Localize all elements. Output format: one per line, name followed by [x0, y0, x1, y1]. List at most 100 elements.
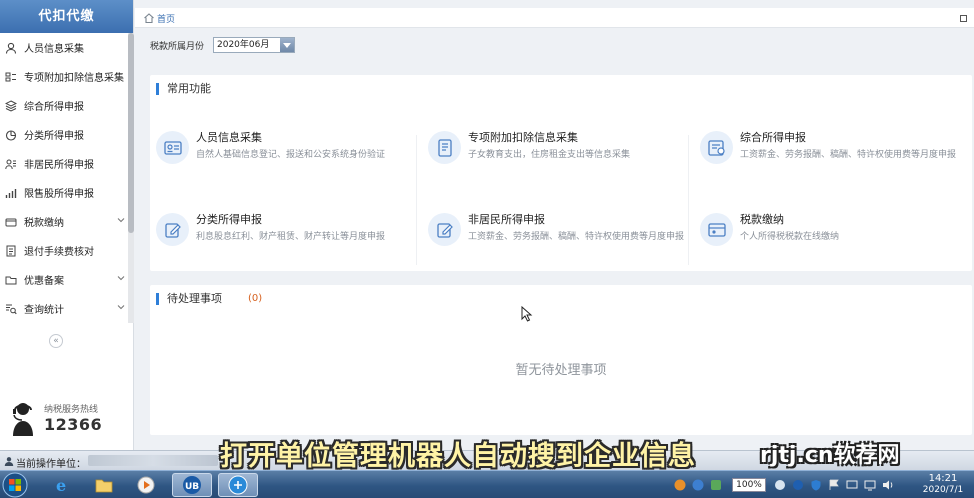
- tax-month-select[interactable]: 2020年06月: [213, 37, 295, 53]
- windows-logo-icon: [2, 472, 28, 498]
- volume-icon[interactable]: [882, 479, 894, 491]
- media-player-icon: [137, 476, 155, 494]
- app-window: 代扣代缴 人员信息采集 专项附加扣除信息采集 综合所得申报 分类所得申报 非居民…: [0, 0, 974, 498]
- taskbar: e UB 100% 14:21 2020/7/1: [0, 470, 974, 498]
- sidebar-item-label: 退付手续费核对: [24, 247, 94, 258]
- home-icon[interactable]: [143, 12, 155, 24]
- sidebar-item-label: 分类所得申报: [24, 131, 84, 142]
- user-icon: [4, 457, 14, 466]
- sidebar-brand: 代扣代缴: [0, 0, 133, 33]
- svg-text:e: e: [56, 476, 66, 494]
- dropdown-arrow-icon[interactable]: [280, 38, 294, 52]
- bar-chart-icon: [4, 186, 18, 200]
- network-app-icon[interactable]: [710, 479, 722, 491]
- deduction-icon: [4, 70, 18, 84]
- sidebar-item-label: 限售股所得申报: [24, 189, 94, 200]
- chevron-down-icon: [117, 305, 125, 310]
- system-tray: 100% 14:21 2020/7/1: [668, 471, 974, 498]
- current-unit-value: [88, 455, 218, 466]
- pie-chart-icon: [4, 128, 18, 142]
- sidebar-scrollbar[interactable]: [128, 33, 134, 323]
- cloud-app-icon[interactable]: [692, 479, 704, 491]
- sidebar-item-special-deduction[interactable]: 专项附加扣除信息采集: [0, 62, 133, 91]
- hotline: 纳税服务热线 12366: [8, 398, 128, 442]
- ie-icon: e: [56, 476, 66, 494]
- person-icon: [4, 41, 18, 55]
- taskbar-ie-button[interactable]: e: [42, 473, 82, 497]
- language-icon[interactable]: [792, 479, 804, 491]
- pending-items-title: 待处理事项: [156, 293, 222, 305]
- sidebar-item-query[interactable]: 查询统计: [0, 294, 133, 323]
- func-name: 分类所得申报: [196, 213, 262, 226]
- sidebar-item-restricted-shares[interactable]: 限售股所得申报: [0, 178, 133, 207]
- start-button[interactable]: [2, 472, 38, 498]
- breadcrumb-bar: 首页: [135, 8, 974, 28]
- tax-month-value: 2020年06月: [217, 40, 270, 50]
- flag-icon[interactable]: [828, 479, 840, 491]
- func-name: 综合所得申报: [740, 131, 806, 144]
- edit-icon: [428, 213, 461, 246]
- layers-icon: [4, 99, 18, 113]
- sidebar-item-label: 非居民所得申报: [24, 160, 94, 171]
- sidebar-item-preferential[interactable]: 优惠备案: [0, 265, 133, 294]
- sidebar-item-refund-fee[interactable]: 退付手续费核对: [0, 236, 133, 265]
- user-group-icon: [4, 157, 18, 171]
- common-functions-title: 常用功能: [156, 83, 211, 95]
- home-tab[interactable]: 首页: [157, 12, 175, 25]
- sidebar-item-label: 综合所得申报: [24, 102, 84, 113]
- sidebar-item-classified[interactable]: 分类所得申报: [0, 120, 133, 149]
- func-tax-payment[interactable]: 税款缴纳 个人所得税税款在线缴纳: [694, 207, 958, 257]
- func-desc: 自然人基础信息登记、报送和公安系统身份验证: [196, 150, 386, 160]
- current-unit-label: 当前操作单位：: [16, 459, 86, 470]
- zoom-level[interactable]: 100%: [732, 478, 766, 492]
- sidebar-item-personnel[interactable]: 人员信息采集: [0, 33, 133, 62]
- network-icon[interactable]: [864, 479, 876, 491]
- hotline-label: 纳税服务热线: [44, 405, 99, 415]
- maximize-icon[interactable]: [960, 15, 967, 22]
- func-special-deduction[interactable]: 专项附加扣除信息采集 子女教育支出，住房租金支出等信息采集: [422, 125, 686, 175]
- taskbar-tax-app-button[interactable]: [218, 473, 258, 497]
- svg-text:UB: UB: [185, 482, 199, 492]
- chevron-down-icon: [117, 218, 125, 223]
- tax-app-icon: [228, 475, 248, 495]
- ub-app-icon: UB: [183, 476, 201, 494]
- edit-icon: [156, 213, 189, 246]
- id-card-icon: [156, 131, 189, 164]
- taskbar-ub-button[interactable]: UB: [172, 473, 212, 497]
- tax-form-icon: [700, 131, 733, 164]
- shield-icon[interactable]: [810, 479, 822, 491]
- sidebar-item-nonresident[interactable]: 非居民所得申报: [0, 149, 133, 178]
- func-personnel-info[interactable]: 人员信息采集 自然人基础信息登记、报送和公安系统身份验证: [150, 125, 414, 175]
- func-comprehensive-income[interactable]: 综合所得申报 工资薪金、劳务报酬、稿酬、特许权使用费等月度申报: [694, 125, 958, 175]
- collapse-sidebar-button[interactable]: «: [49, 334, 63, 348]
- hotline-number: 12366: [44, 415, 103, 434]
- search-list-icon: [4, 302, 18, 316]
- func-desc: 个人所得税税款在线缴纳: [740, 232, 840, 242]
- func-name: 非居民所得申报: [468, 213, 545, 226]
- func-nonresident-income[interactable]: 非居民所得申报 工资薪金、劳务报酬、稿酬、特许权使用费等月度申报: [422, 207, 686, 257]
- site-watermark: rjtj.cn软荐网: [760, 443, 900, 468]
- sidebar-item-label: 税款缴纳: [24, 218, 64, 229]
- func-name: 人员信息采集: [196, 131, 262, 144]
- taskbar-explorer-button[interactable]: [84, 473, 124, 497]
- app-icon[interactable]: [774, 479, 786, 491]
- folder-icon: [4, 273, 18, 287]
- wallet-icon: [4, 215, 18, 229]
- folder-icon: [95, 479, 113, 493]
- phone-support-icon: [13, 403, 33, 436]
- func-classified-income[interactable]: 分类所得申报 利息股息红利、财产租赁、财产转让等月度申报: [150, 207, 414, 257]
- clock-date[interactable]: 2020/7/1: [914, 485, 972, 495]
- sidebar-item-label: 查询统计: [24, 305, 64, 316]
- taskbar-media-button[interactable]: [126, 473, 166, 497]
- pending-count: (0): [248, 293, 263, 304]
- sidebar-item-comprehensive[interactable]: 综合所得申报: [0, 91, 133, 120]
- document-icon: [4, 244, 18, 258]
- scrollbar-thumb[interactable]: [128, 33, 134, 233]
- sidebar-item-tax-payment[interactable]: 税款缴纳: [0, 207, 133, 236]
- pending-items-panel: 待处理事项 (0) 暂无待处理事项: [150, 285, 972, 435]
- clock-time[interactable]: 14:21: [914, 473, 972, 484]
- divider: [688, 135, 689, 265]
- display-icon[interactable]: [846, 479, 858, 491]
- security-app-icon[interactable]: [674, 479, 686, 491]
- sidebar-item-label: 优惠备案: [24, 276, 64, 287]
